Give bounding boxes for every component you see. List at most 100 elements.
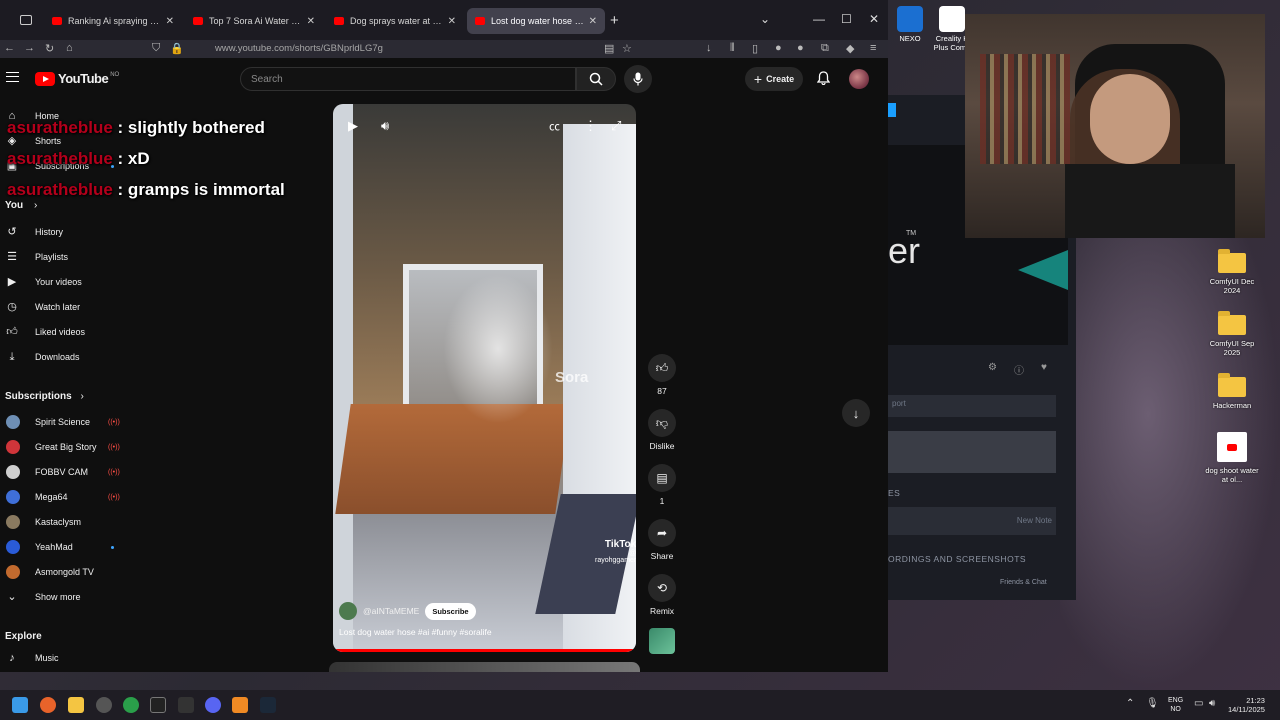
captions-icon[interactable]: ㏄ xyxy=(549,118,560,134)
forward-icon[interactable]: → xyxy=(24,42,35,54)
desktop-folder-comfyui-dec[interactable]: ComfyUI Dec 2024 xyxy=(1204,249,1260,295)
microphone-icon[interactable]: 🎙︎ xyxy=(1146,698,1159,709)
back-icon[interactable]: ← xyxy=(4,42,15,54)
reload-icon[interactable]: ↻ xyxy=(45,42,54,55)
desktop-folder-comfyui-sep[interactable]: ComfyUI Sep 2025 xyxy=(1204,311,1260,357)
account-avatar[interactable] xyxy=(849,69,869,89)
terminal-icon[interactable] xyxy=(150,697,166,713)
notifications-bell-icon[interactable] xyxy=(816,71,831,88)
share-button[interactable]: ➦ Share xyxy=(648,519,676,561)
new-tab-button[interactable]: + xyxy=(610,12,619,29)
gear-icon[interactable]: ⚙ xyxy=(988,362,997,373)
heart-icon[interactable]: ♥ xyxy=(1041,362,1047,373)
sidebar-item-watch-later[interactable]: ◷ Watch later xyxy=(0,297,140,317)
volume-icon[interactable]: 🔊︎ xyxy=(1209,698,1215,709)
minimize-button[interactable]: — xyxy=(813,12,825,26)
extension-icon[interactable]: ● xyxy=(775,42,782,54)
sidebar-subscriptions-header[interactable]: Subscriptions › xyxy=(5,391,84,402)
desktop-file-dog-shoot[interactable]: dog shoot water at ol... xyxy=(1204,432,1260,484)
video-progress-bar[interactable] xyxy=(333,649,636,652)
sidebar-item-playlists[interactable]: ☰ Playlists xyxy=(0,247,140,267)
tab-top7[interactable]: Top 7 Sora Ai Water Boarding D ✕ xyxy=(185,8,323,34)
file-explorer-icon[interactable] xyxy=(68,697,84,713)
list-all-tabs-icon[interactable]: ⌄ xyxy=(760,12,770,26)
hamburger-menu-icon[interactable] xyxy=(6,72,19,82)
sidebar-channel-great-big-story[interactable]: Great Big Story ((•)) xyxy=(0,437,140,457)
windows-start-icon[interactable] xyxy=(12,697,28,713)
close-tab-icon[interactable]: ✕ xyxy=(589,16,597,27)
tab-ranking[interactable]: Ranking Ai spraying dogs - You ✕ xyxy=(44,8,182,34)
sidebar-item-liked-videos[interactable]: 👍︎ Liked videos xyxy=(0,322,140,342)
close-tab-icon[interactable]: ✕ xyxy=(166,16,174,27)
sidebar-show-more[interactable]: ⌄ Show more xyxy=(0,587,140,607)
fullscreen-icon[interactable]: ⤢ xyxy=(611,118,621,134)
search-input[interactable]: Search xyxy=(240,67,576,91)
sound-thumbnail[interactable] xyxy=(649,628,675,654)
sidebar-item-music[interactable]: ♪ Music xyxy=(0,648,140,668)
like-button[interactable]: 👍︎ 87 xyxy=(648,354,676,396)
sidebar-channel-fobbv-cam[interactable]: FOBBV CAM ((•)) xyxy=(0,462,140,482)
sidebar-channel-yeahmad[interactable]: YeahMad xyxy=(0,537,140,557)
chrome-icon[interactable] xyxy=(123,697,139,713)
volume-icon[interactable]: 🔊︎ xyxy=(381,118,389,134)
sidebar-item-downloads[interactable]: ⤓ Downloads xyxy=(0,347,140,367)
sidebar-channel-spirit-science[interactable]: Spirit Science ((•)) xyxy=(0,412,140,432)
app-input-field[interactable]: port xyxy=(888,395,1056,417)
extension-icon[interactable]: ● xyxy=(797,42,804,54)
vlc-icon[interactable] xyxy=(232,697,248,713)
language-indicator[interactable]: ENG NO xyxy=(1168,696,1183,714)
network-icon[interactable]: ▭ xyxy=(1194,698,1203,709)
next-short-preview[interactable] xyxy=(329,662,640,672)
channel-avatar[interactable] xyxy=(339,602,357,620)
steam-icon[interactable] xyxy=(260,697,276,713)
play-icon[interactable]: ▶ xyxy=(348,118,358,134)
voice-search-button[interactable] xyxy=(624,65,652,93)
tab-dog-sprays[interactable]: Dog sprays water at old lady #a ✕ xyxy=(326,8,464,34)
next-video-button[interactable]: ↓ xyxy=(842,399,870,427)
sidebar-channel-mega64[interactable]: Mega64 ((•)) xyxy=(0,487,140,507)
new-note-button[interactable]: New Note xyxy=(1017,516,1052,525)
comments-button[interactable]: ▤ 1 xyxy=(648,464,676,506)
video-title[interactable]: Lost dog water hose #ai #funny #soralife xyxy=(339,627,492,637)
app-note-row[interactable]: New Note xyxy=(888,507,1056,535)
close-window-button[interactable]: ✕ xyxy=(869,12,879,26)
friends-chat-button[interactable]: Friends & Chat xyxy=(1000,579,1047,586)
sidebar-channel-kastaclysm[interactable]: Kastaclysm xyxy=(0,512,140,532)
settings-icon[interactable] xyxy=(96,697,112,713)
sidebar-toggle-icon[interactable]: ▯ xyxy=(752,42,758,55)
tab-lost-dog[interactable]: Lost dog water hose #ai #funny ✕ xyxy=(467,8,605,34)
discord-icon[interactable] xyxy=(205,697,221,713)
app-icon[interactable] xyxy=(178,697,194,713)
extensions-puzzle-icon[interactable]: ⧉ xyxy=(821,42,829,55)
shield-icon[interactable]: ⛉ xyxy=(152,42,160,55)
system-clock[interactable]: 21:23 14/11/2025 xyxy=(1228,696,1265,714)
reader-view-icon[interactable]: ▤ xyxy=(604,42,614,55)
app-text-area[interactable] xyxy=(888,431,1056,473)
address-bar[interactable]: www.youtube.com/shorts/GBNprldLG7g xyxy=(215,43,383,54)
shorts-video-player[interactable]: ▶ 🔊︎ ㏄ ⋮ ⤢ Sora TikTok @ rayohggamer @aI… xyxy=(333,104,636,652)
create-button[interactable]: + Create xyxy=(745,67,803,91)
dislike-button[interactable]: 👎︎ Dislike xyxy=(645,409,679,451)
chevron-up-icon[interactable]: ⌃ xyxy=(1126,698,1134,709)
subscribe-button[interactable]: Subscribe xyxy=(425,602,476,620)
download-icon[interactable]: ↓ xyxy=(706,42,712,54)
library-icon[interactable]: ⫴ xyxy=(730,42,735,55)
sidebar-item-your-videos[interactable]: ▶ Your videos xyxy=(0,272,140,292)
app-menu-icon[interactable]: ≡ xyxy=(870,42,876,54)
sidebar-channel-asmongold-tv[interactable]: Asmongold TV xyxy=(0,562,140,582)
tab-list-icon[interactable] xyxy=(20,15,32,25)
maximize-button[interactable]: ☐ xyxy=(841,12,852,26)
extension-icon[interactable]: ◆ xyxy=(846,42,854,55)
firefox-icon[interactable] xyxy=(40,697,56,713)
bookmark-star-icon[interactable]: ☆ xyxy=(622,42,632,55)
remix-button[interactable]: ⟲ Remix xyxy=(648,574,676,616)
desktop-folder-hackerman[interactable]: Hackerman xyxy=(1204,373,1260,410)
home-icon[interactable]: ⌂ xyxy=(66,42,73,54)
youtube-logo[interactable]: YouTube NO xyxy=(35,71,119,86)
close-tab-icon[interactable]: ✕ xyxy=(307,16,315,27)
sidebar-item-history[interactable]: ↺ History xyxy=(0,222,140,242)
channel-name[interactable]: @aINTaMEME xyxy=(363,606,419,616)
more-options-icon[interactable]: ⋮ xyxy=(584,118,597,134)
lock-icon[interactable]: 🔒 xyxy=(170,42,184,55)
info-icon[interactable]: ⓘ xyxy=(1014,362,1024,377)
